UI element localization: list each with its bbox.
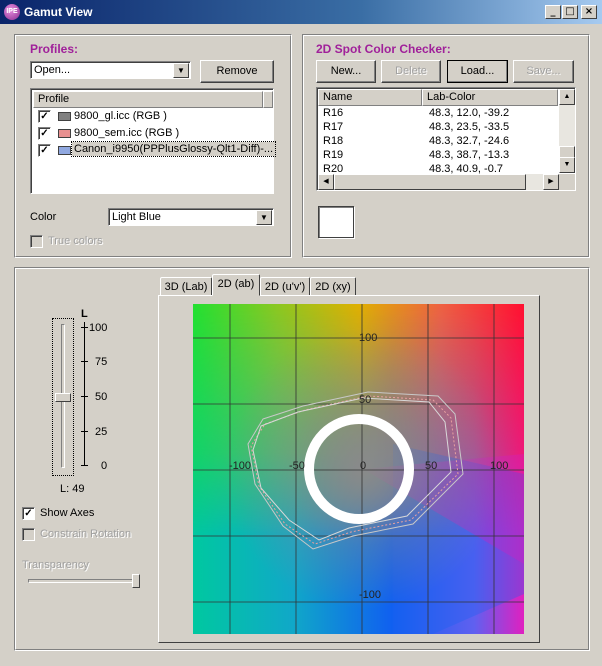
l-axis-label: L (81, 308, 88, 320)
true-colors-label: True colors (48, 235, 103, 247)
show-axes-checkbox[interactable]: ✓ (22, 507, 35, 520)
profile-checkbox-3[interactable]: ✓ (38, 144, 51, 157)
load-button[interactable]: Load... (447, 60, 508, 83)
axis-label-x-50: 50 (425, 460, 437, 472)
tab-2d-ab[interactable]: 2D (ab) (212, 274, 260, 296)
window-title: Gamut View (24, 5, 93, 19)
l-tick (81, 465, 88, 466)
profiles-open-value: Open... (34, 64, 71, 76)
horizontal-scroll-thumb[interactable] (334, 174, 526, 190)
profile-label-3[interactable]: Canon_i9950(PPPlusGlossy-Qlt1-Diff)-... (70, 141, 277, 157)
profile-label-2[interactable]: 9800_sem.icc (RGB ) (74, 127, 179, 139)
l-tick-label: 100 (89, 322, 108, 334)
l-tick (81, 327, 88, 328)
profile-swatch-1 (58, 112, 71, 121)
profile-swatch-2 (58, 129, 71, 138)
maximize-button[interactable]: □ (562, 5, 578, 19)
spot-color-swatch (318, 206, 354, 238)
profile-checkbox-1[interactable]: ✓ (38, 110, 51, 123)
chevron-down-icon[interactable]: ▼ (173, 63, 189, 78)
scroll-corner (559, 174, 575, 190)
profile-column-header-end (263, 91, 273, 108)
color-value: Light Blue (112, 211, 161, 223)
l-tick-label: 75 (95, 356, 108, 368)
transparency-label: Transparency (22, 559, 89, 571)
profiles-open-dropdown[interactable]: Open... ▼ (30, 61, 191, 79)
color-dropdown[interactable]: Light Blue ▼ (108, 208, 274, 226)
l-slider-thumb[interactable] (55, 393, 71, 403)
transparency-slider-track[interactable] (28, 579, 140, 583)
profiles-heading: Profiles: (30, 42, 79, 56)
gamut-plot[interactable]: 100 50 -100 -50 0 50 100 -100 (193, 304, 524, 634)
l-tick (81, 396, 88, 397)
chevron-down-icon[interactable]: ▼ (256, 210, 272, 225)
axis-label-x-100: 100 (490, 460, 508, 472)
l-tick-label: 50 (95, 391, 108, 403)
tab-3d-lab[interactable]: 3D (Lab) (160, 277, 212, 297)
tab-2d-uv[interactable]: 2D (u'v') (260, 277, 310, 297)
close-button[interactable]: × (581, 5, 597, 19)
axis-label-origin: 0 (360, 460, 366, 472)
constrain-rotation-checkbox[interactable] (22, 528, 35, 541)
axis-label-x-neg-100: -100 (229, 460, 251, 472)
axis-label-y-neg-100: -100 (359, 589, 381, 601)
true-colors-checkbox[interactable] (30, 235, 43, 248)
save-button[interactable]: Save... (513, 60, 574, 83)
new-button[interactable]: New... (316, 60, 376, 83)
constrain-rotation-label: Constrain Rotation (40, 528, 132, 540)
l-tick (81, 431, 88, 432)
axis-label-x-neg-50: -50 (289, 460, 305, 472)
remove-button[interactable]: Remove (200, 60, 274, 83)
l-tick (81, 361, 88, 362)
l-scale-line (84, 322, 85, 466)
profile-label-1[interactable]: 9800_gl.icc (RGB ) (74, 110, 167, 122)
axis-label-y-50: 50 (359, 394, 371, 406)
app-icon: IPE (4, 4, 20, 20)
transparency-slider-thumb[interactable] (132, 574, 140, 588)
scroll-up-icon[interactable]: ▲ (559, 89, 575, 105)
spot-color-table[interactable]: Name Lab-Color R16 48.3, 12.0, -39.2 R17… (316, 87, 576, 191)
color-label: Color (30, 211, 57, 223)
spot-color-heading: 2D Spot Color Checker: (316, 42, 451, 56)
l-tick-label: 25 (95, 426, 108, 438)
l-tick-label: 0 (101, 460, 108, 472)
minimize-button[interactable]: _ (545, 5, 561, 19)
profile-swatch-3 (58, 146, 71, 155)
axis-label-y-100: 100 (359, 332, 377, 344)
l-value-readout: L: 49 (60, 483, 85, 495)
title-bar: IPE Gamut View _ □ × (0, 0, 602, 24)
scroll-down-icon[interactable]: ▼ (559, 157, 575, 173)
profiles-list[interactable]: Profile (30, 88, 274, 194)
scroll-left-icon[interactable]: ◀ (318, 174, 334, 190)
profile-column-header[interactable]: Profile (33, 91, 263, 108)
scroll-right-icon[interactable]: ▶ (543, 174, 559, 190)
show-axes-label: Show Axes (40, 507, 95, 519)
profile-checkbox-2[interactable]: ✓ (38, 127, 51, 140)
delete-button[interactable]: Delete (381, 60, 441, 83)
tab-2d-xy[interactable]: 2D (xy) (310, 277, 356, 297)
